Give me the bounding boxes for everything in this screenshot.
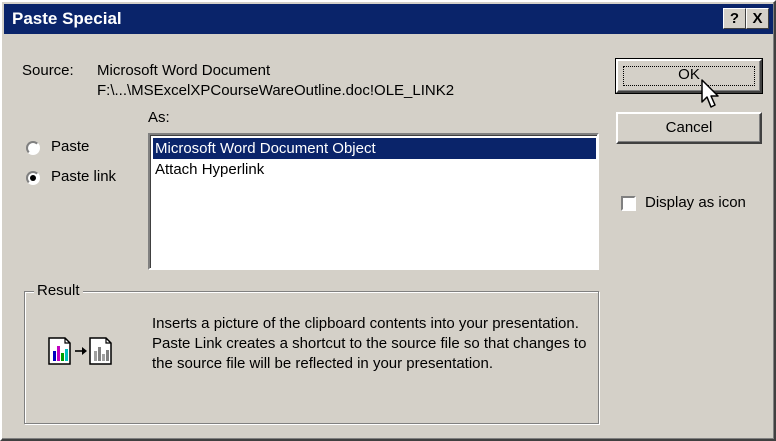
dialog-title: Paste Special <box>12 9 122 28</box>
result-label: Result <box>34 282 83 299</box>
result-paste-link-icon <box>48 337 112 365</box>
paste-radio[interactable] <box>26 141 40 155</box>
cancel-label: Cancel <box>665 119 713 136</box>
as-label: As: <box>148 109 170 126</box>
display-as-icon-checkbox[interactable] <box>621 196 636 211</box>
source-document: Microsoft Word Document <box>97 62 271 79</box>
focus-rect <box>623 66 755 86</box>
source-label: Source: <box>22 62 74 79</box>
list-item[interactable]: Attach Hyperlink <box>153 159 264 180</box>
list-item[interactable]: Microsoft Word Document Object <box>153 138 596 159</box>
cancel-button[interactable]: Cancel <box>616 112 762 144</box>
result-description: Inserts a picture of the clipboard conte… <box>152 315 587 372</box>
radio-selected-dot <box>30 175 36 181</box>
mouse-pointer-icon <box>701 79 719 108</box>
display-as-icon-label[interactable]: Display as icon <box>645 194 746 211</box>
help-button[interactable]: ? <box>723 8 746 29</box>
paste-label[interactable]: Paste <box>51 138 89 155</box>
paste-link-label[interactable]: Paste link <box>51 168 116 185</box>
source-path: F:\...\MSExcelXPCourseWareOutline.doc!OL… <box>97 82 455 99</box>
close-button[interactable]: X <box>746 8 769 29</box>
title-bar: Paste Special ? X <box>4 4 773 34</box>
paste-link-radio[interactable] <box>26 171 40 185</box>
question-icon: ? <box>729 10 740 27</box>
ok-button[interactable]: OK <box>615 58 763 94</box>
close-icon: X <box>752 10 763 27</box>
as-list[interactable]: Microsoft Word Document Object Attach Hy… <box>148 133 599 270</box>
